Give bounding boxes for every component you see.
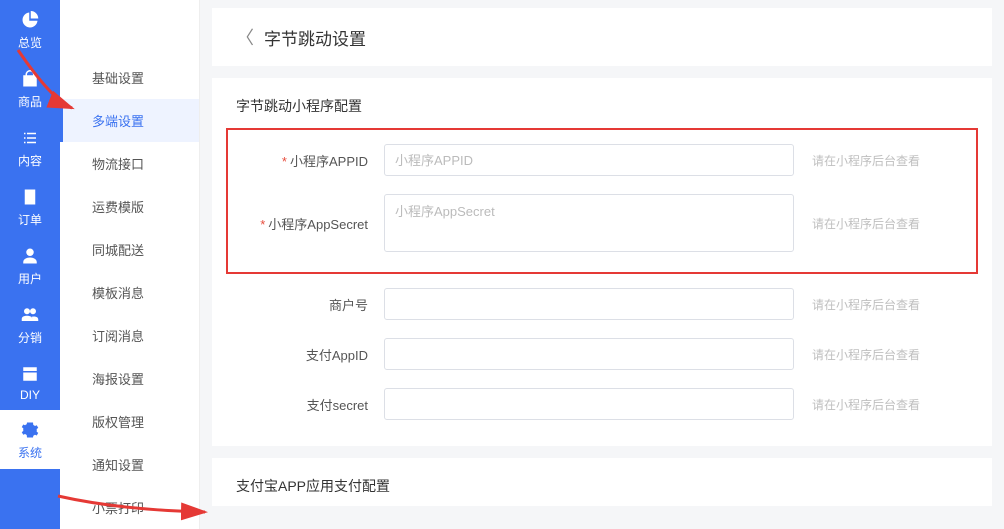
section-title: 字节跳动小程序配置 [236,96,968,116]
rail-item-content[interactable]: 内容 [0,118,60,177]
gear-icon [20,420,40,440]
rail-label: 用户 [18,270,42,287]
textarea-appsecret[interactable] [384,194,794,252]
rail-label: 商品 [18,93,42,110]
label-payappid: 支付AppID [236,345,376,364]
section-title-alipay: 支付宝APP应用支付配置 [236,476,968,496]
users-icon [20,305,40,325]
hint-payappid: 请在小程序后台查看 [812,346,920,363]
nav-rail: 总览 商品 内容 订单 用户 分销 DIY 系统 [0,0,60,529]
submenu-item-template-msg[interactable]: 模板消息 [60,271,199,314]
hint-appid: 请在小程序后台查看 [812,152,920,169]
input-paysecret[interactable] [384,388,794,420]
input-appid[interactable] [384,144,794,176]
submenu-item-receipt[interactable]: 小票打印 [60,486,199,529]
rail-item-distribution[interactable]: 分销 [0,295,60,354]
page-header: 〈 字节跳动设置 [212,8,992,66]
box-icon [20,364,40,384]
input-mchid[interactable] [384,288,794,320]
rail-item-user[interactable]: 用户 [0,236,60,295]
highlight-box: *小程序APPID 请在小程序后台查看 *小程序AppSecret 请在小程序后… [226,128,978,274]
rail-label: 内容 [18,152,42,169]
hint-paysecret: 请在小程序后台查看 [812,396,920,413]
rail-label: DIY [20,388,40,402]
row-payappid: 支付AppID 请在小程序后台查看 [236,338,968,370]
section-bytedance: 字节跳动小程序配置 *小程序APPID 请在小程序后台查看 *小程序AppSec… [212,78,992,446]
rail-label: 订单 [18,211,42,228]
rail-item-order[interactable]: 订单 [0,177,60,236]
user-icon [20,246,40,266]
hint-mchid: 请在小程序后台查看 [812,296,920,313]
input-payappid[interactable] [384,338,794,370]
submenu-item-basic[interactable]: 基础设置 [60,56,199,99]
row-mchid: 商户号 请在小程序后台查看 [236,288,968,320]
submenu-item-subscribe-msg[interactable]: 订阅消息 [60,314,199,357]
rail-item-system[interactable]: 系统 [0,410,60,469]
list-icon [20,128,40,148]
submenu-item-logistics[interactable]: 物流接口 [60,142,199,185]
rail-label: 分销 [18,329,42,346]
doc-icon [20,187,40,207]
submenu: 基础设置 多端设置 物流接口 运费模版 同城配送 模板消息 订阅消息 海报设置 … [60,0,200,529]
hint-appsecret: 请在小程序后台查看 [812,215,920,232]
label-paysecret: 支付secret [236,395,376,414]
row-appsecret: *小程序AppSecret 请在小程序后台查看 [236,194,968,252]
submenu-item-notify[interactable]: 通知设置 [60,443,199,486]
label-appid: *小程序APPID [236,151,376,170]
back-icon[interactable]: 〈 [236,24,254,50]
section-alipay: 支付宝APP应用支付配置 [212,458,992,506]
required-marker: * [282,154,287,169]
page-title: 字节跳动设置 [264,25,366,50]
submenu-item-poster[interactable]: 海报设置 [60,357,199,400]
rail-item-diy[interactable]: DIY [0,354,60,410]
row-appid: *小程序APPID 请在小程序后台查看 [236,144,968,176]
bag-icon [20,69,40,89]
rail-item-goods[interactable]: 商品 [0,59,60,118]
submenu-item-freight[interactable]: 运费模版 [60,185,199,228]
pie-icon [20,10,40,30]
row-paysecret: 支付secret 请在小程序后台查看 [236,388,968,420]
submenu-item-local[interactable]: 同城配送 [60,228,199,271]
submenu-item-copyright[interactable]: 版权管理 [60,400,199,443]
rail-label: 总览 [18,34,42,51]
rail-label: 系统 [18,444,42,461]
submenu-item-multiend[interactable]: 多端设置 [60,99,199,142]
main-area: 〈 字节跳动设置 字节跳动小程序配置 *小程序APPID 请在小程序后台查看 *… [200,0,1004,529]
label-appsecret: *小程序AppSecret [236,214,376,233]
label-mchid: 商户号 [236,295,376,314]
rail-item-overview[interactable]: 总览 [0,0,60,59]
required-marker: * [260,217,265,232]
